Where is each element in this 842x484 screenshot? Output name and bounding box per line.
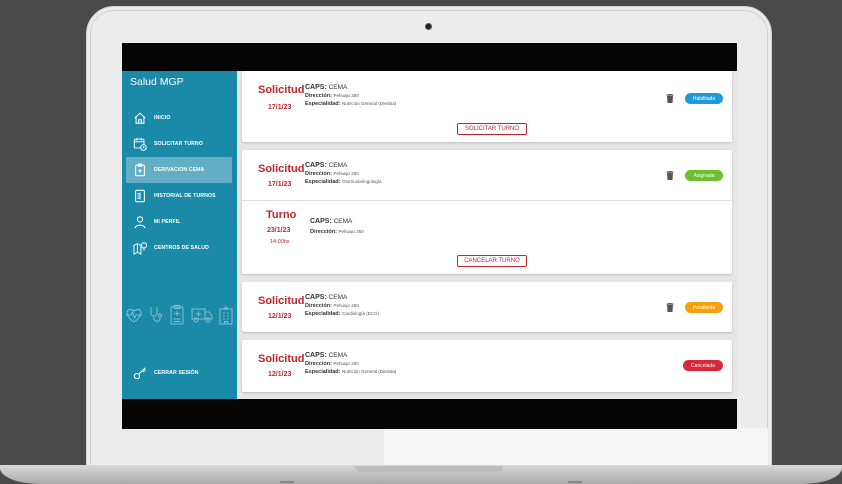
request-date: 12/1/23 — [268, 313, 292, 320]
sidebar-item-historial-de-turnos[interactable]: HISTORIAL DE TURNOS — [122, 183, 237, 209]
solicitar-turno-button[interactable]: SOLICITAR TURNO — [457, 123, 527, 135]
status-badge: Habilitada — [685, 93, 723, 104]
address-line: Dirección: Pehuajo 250 — [305, 171, 359, 177]
request-date: 17/1/23 — [268, 104, 292, 111]
ambulance-icon — [191, 308, 213, 323]
caps-line: CAPS: CEMA — [305, 84, 348, 91]
history-list-icon — [132, 188, 148, 204]
request-kind: Solicitud — [258, 353, 305, 365]
turno-segment: Turno 23/1/23 14:00hs CAPS: CEMA Direcci… — [242, 200, 732, 274]
sidebar-item-label: CENTROS DE SALUD — [154, 245, 209, 251]
clipboard-icon — [132, 162, 148, 178]
turno-info: CAPS: CEMA Dirección: Pehuajo 250 — [310, 217, 364, 236]
request-info: CAPS: CEMA Dirección: Pehuajo 250 Especi… — [305, 293, 379, 318]
request-kind: Solicitud — [258, 163, 305, 175]
sidebar-item-label: INICIO — [154, 115, 171, 121]
home-icon — [132, 110, 148, 126]
laptop-notch — [355, 466, 503, 472]
turno-date: 23/1/23 — [267, 227, 291, 234]
turno-time: 14:00hs — [270, 239, 290, 245]
status-badge: Cancelada — [683, 360, 723, 371]
status-badge: Pendiente — [685, 302, 723, 313]
caps-line: CAPS: CEMA — [305, 294, 348, 301]
app-title: Salud MGP — [130, 76, 184, 88]
trash-icon[interactable] — [666, 171, 674, 180]
key-icon — [132, 365, 148, 381]
laptop-foot — [568, 481, 582, 483]
sidebar-item-label: MI PERFIL — [154, 219, 181, 225]
trash-icon[interactable] — [666, 94, 674, 103]
address-line: Dirección: Pehuajo 250 — [310, 229, 364, 235]
screen-bottom-bar — [122, 399, 737, 429]
logout-button[interactable]: CERRAR SESIÓN — [132, 365, 199, 381]
specialty-line: Especialidad: Nutrición General (Dietist… — [305, 369, 397, 375]
decorative-medical-icons — [122, 303, 237, 327]
laptop-foot — [280, 481, 294, 483]
sidebar: Salud MGP INICIO SOLICITAR TURNO DERIVAC… — [122, 71, 237, 399]
caps-line: CAPS: CEMA — [305, 162, 348, 169]
request-card: Solicitud 17/1/23 CAPS: CEMA Dirección: … — [242, 150, 732, 274]
address-line: Dirección: Pehuajo 250 — [305, 361, 359, 367]
caps-line: CAPS: CEMA — [310, 218, 353, 225]
sidebar-item-label: SOLICITAR TURNO — [154, 141, 203, 147]
sidebar-item-mi-perfil[interactable]: MI PERFIL — [122, 209, 237, 235]
sidebar-item-label: HISTORIAL DE TURNOS — [154, 193, 216, 199]
webcam — [425, 23, 432, 30]
request-info: CAPS: CEMA Dirección: Pehuajo 250 Especi… — [305, 351, 396, 376]
hospital-icon — [219, 306, 233, 325]
map-pin-icon — [132, 240, 148, 256]
logout-label: CERRAR SESIÓN — [154, 370, 199, 376]
request-kind: Solicitud — [258, 295, 305, 307]
specialty-line: Especialidad: Cardiología (ECG) — [305, 311, 380, 317]
specialty-line: Especialidad: Nutrición General (Dietist… — [305, 101, 397, 107]
stethoscope-icon — [150, 307, 163, 322]
calendar-clock-icon — [132, 136, 148, 152]
request-date: 17/1/23 — [268, 181, 292, 188]
app-window: Salud MGP INICIO SOLICITAR TURNO DERIVAC… — [122, 71, 737, 399]
turno-kind: Turno — [266, 209, 297, 221]
cancelar-turno-button[interactable]: CANCELAR TURNO — [457, 255, 527, 267]
status-badge: Asignada — [685, 170, 723, 181]
sidebar-item-derivacion-cema[interactable]: DERIVACION CEMA — [126, 157, 232, 183]
specialty-line: Especialidad: Otorrinolaringología — [305, 179, 382, 185]
medical-record-icon — [170, 305, 184, 325]
sidebar-item-inicio[interactable]: INICIO — [122, 105, 237, 131]
address-line: Dirección: Pehuajo 250 — [305, 303, 359, 309]
request-segment: Solicitud 17/1/23 CAPS: CEMA Dirección: … — [242, 150, 732, 200]
screen: Salud MGP INICIO SOLICITAR TURNO DERIVAC… — [122, 43, 737, 429]
sidebar-item-solicitar-turno[interactable]: SOLICITAR TURNO — [122, 131, 237, 157]
request-info: CAPS: CEMA Dirección: Pehuajo 250 Especi… — [305, 83, 396, 108]
caps-line: CAPS: CEMA — [305, 352, 348, 359]
heart-pulse-icon — [125, 308, 142, 323]
request-card: Solicitud 12/1/23 CAPS: CEMA Dirección: … — [242, 282, 732, 332]
request-info: CAPS: CEMA Dirección: Pehuajo 250 Especi… — [305, 161, 382, 186]
sidebar-item-label: DERIVACION CEMA — [154, 167, 205, 173]
request-card: Solicitud 12/1/23 CAPS: CEMA Dirección: … — [242, 340, 732, 392]
sidebar-item-centros-de-salud[interactable]: CENTROS DE SALUD — [122, 235, 237, 261]
trash-icon[interactable] — [666, 303, 674, 312]
address-line: Dirección: Pehuajo 250 — [305, 93, 359, 99]
main-content: Solicitud 17/1/23 CAPS: CEMA Dirección: … — [237, 71, 737, 399]
request-date: 12/1/23 — [268, 371, 292, 378]
request-card: Solicitud 17/1/23 CAPS: CEMA Dirección: … — [242, 71, 732, 142]
user-icon — [132, 214, 148, 230]
request-kind: Solicitud — [258, 84, 305, 96]
sidebar-nav: INICIO SOLICITAR TURNO DERIVACION CEMA H… — [122, 105, 237, 261]
screen-top-bar — [122, 43, 737, 71]
